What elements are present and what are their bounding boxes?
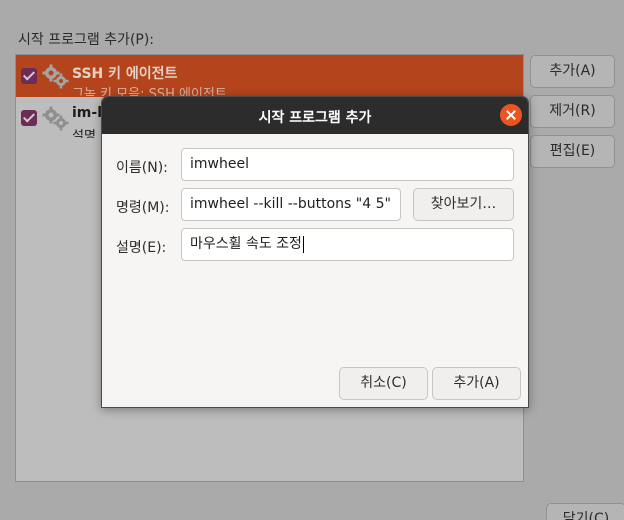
gears-icon bbox=[42, 106, 69, 131]
name-field[interactable]: imwheel bbox=[181, 148, 514, 181]
item-description: 그놈 키 모음: SSH 에이전트 bbox=[72, 87, 227, 96]
item-name: SSH 키 에이전트 bbox=[72, 66, 178, 82]
command-field[interactable]: imwheel --kill --buttons "4 5" bbox=[181, 188, 401, 221]
startup-programs-title: 시작 프로그램 추가(P): bbox=[18, 32, 155, 48]
add-button[interactable]: 추가(A) bbox=[530, 55, 615, 88]
browse-button[interactable]: 찾아보기… bbox=[413, 188, 514, 221]
close-icon[interactable] bbox=[500, 104, 522, 126]
enabled-checkbox[interactable] bbox=[21, 68, 37, 84]
item-description: 설명 bbox=[72, 129, 96, 138]
cancel-button[interactable]: 취소(C) bbox=[339, 367, 428, 400]
gears-icon bbox=[42, 64, 69, 89]
edit-button[interactable]: 편집(E) bbox=[530, 135, 615, 168]
dialog-header: 시작 프로그램 추가 bbox=[102, 97, 528, 134]
command-value: imwheel --kill --buttons "4 5" bbox=[190, 196, 391, 212]
list-item[interactable]: SSH 키 에이전트 그놈 키 모음: SSH 에이전트 bbox=[16, 55, 523, 97]
add-startup-program-dialog: 시작 프로그램 추가 이름(N): imwheel 명령(M): imwheel… bbox=[101, 96, 529, 408]
name-value: imwheel bbox=[190, 156, 249, 172]
comment-value: 마우스휠 속도 조정 bbox=[190, 236, 302, 252]
text-cursor bbox=[302, 235, 304, 253]
dialog-title: 시작 프로그램 추가 bbox=[258, 110, 372, 126]
close-button[interactable]: 닫기(C) bbox=[546, 503, 624, 520]
command-label: 명령(M): bbox=[116, 200, 170, 216]
comment-label: 설명(E): bbox=[116, 240, 167, 256]
name-label: 이름(N): bbox=[116, 160, 168, 176]
remove-button[interactable]: 제거(R) bbox=[530, 95, 615, 128]
enabled-checkbox[interactable] bbox=[21, 110, 37, 126]
comment-field[interactable]: 마우스휠 속도 조정 bbox=[181, 228, 514, 261]
add-confirm-button[interactable]: 추가(A) bbox=[432, 367, 521, 400]
